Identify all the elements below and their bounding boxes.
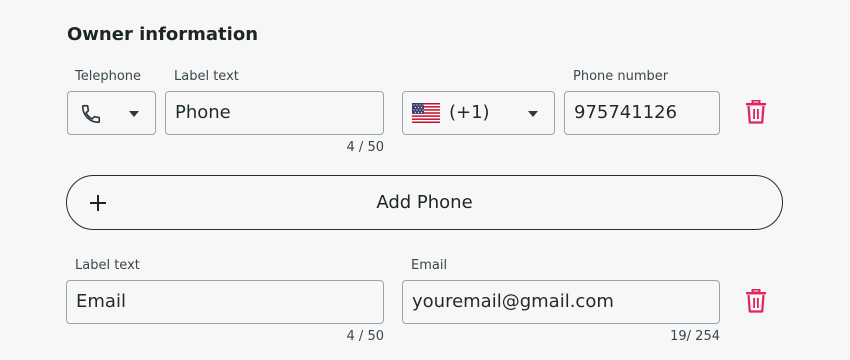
phone-label-value: Phone xyxy=(175,102,231,123)
chevron-down-icon xyxy=(129,111,139,117)
email-label-input[interactable]: Email xyxy=(66,280,384,324)
email-counter: 19/ 254 xyxy=(670,329,720,344)
add-phone-label: Add Phone xyxy=(376,192,473,213)
phone-icon xyxy=(80,103,102,129)
phone-label-input[interactable]: Phone xyxy=(165,91,384,135)
phone-label-counter: 4 / 50 xyxy=(346,140,384,155)
email-input[interactable]: youremail@gmail.com xyxy=(402,280,720,324)
country-code-select[interactable]: (+1) xyxy=(402,91,555,135)
phone-number-value: 975741126 xyxy=(574,102,678,123)
section-title: Owner information xyxy=(67,24,259,45)
email-label-counter: 4 / 50 xyxy=(346,329,384,344)
email-value: youremail@gmail.com xyxy=(412,291,614,312)
add-phone-button[interactable]: Add Phone xyxy=(66,175,783,230)
delete-email-button[interactable] xyxy=(745,288,767,317)
telephone-type-label: Telephone xyxy=(75,69,142,84)
email-label-value: Email xyxy=(76,291,126,312)
chevron-down-icon xyxy=(528,111,538,117)
phone-number-label: Phone number xyxy=(573,69,669,84)
email-field-label: Email xyxy=(411,258,448,273)
trash-icon xyxy=(746,99,766,124)
email-label-text-label: Label text xyxy=(75,258,140,273)
trash-icon xyxy=(746,288,766,313)
phone-type-select[interactable] xyxy=(67,91,156,135)
phone-label-text-label: Label text xyxy=(174,69,239,84)
country-code-value: (+1) xyxy=(449,102,490,123)
phone-number-input[interactable]: 975741126 xyxy=(564,91,720,135)
delete-phone-button[interactable] xyxy=(745,99,767,128)
us-flag-icon xyxy=(412,103,440,127)
